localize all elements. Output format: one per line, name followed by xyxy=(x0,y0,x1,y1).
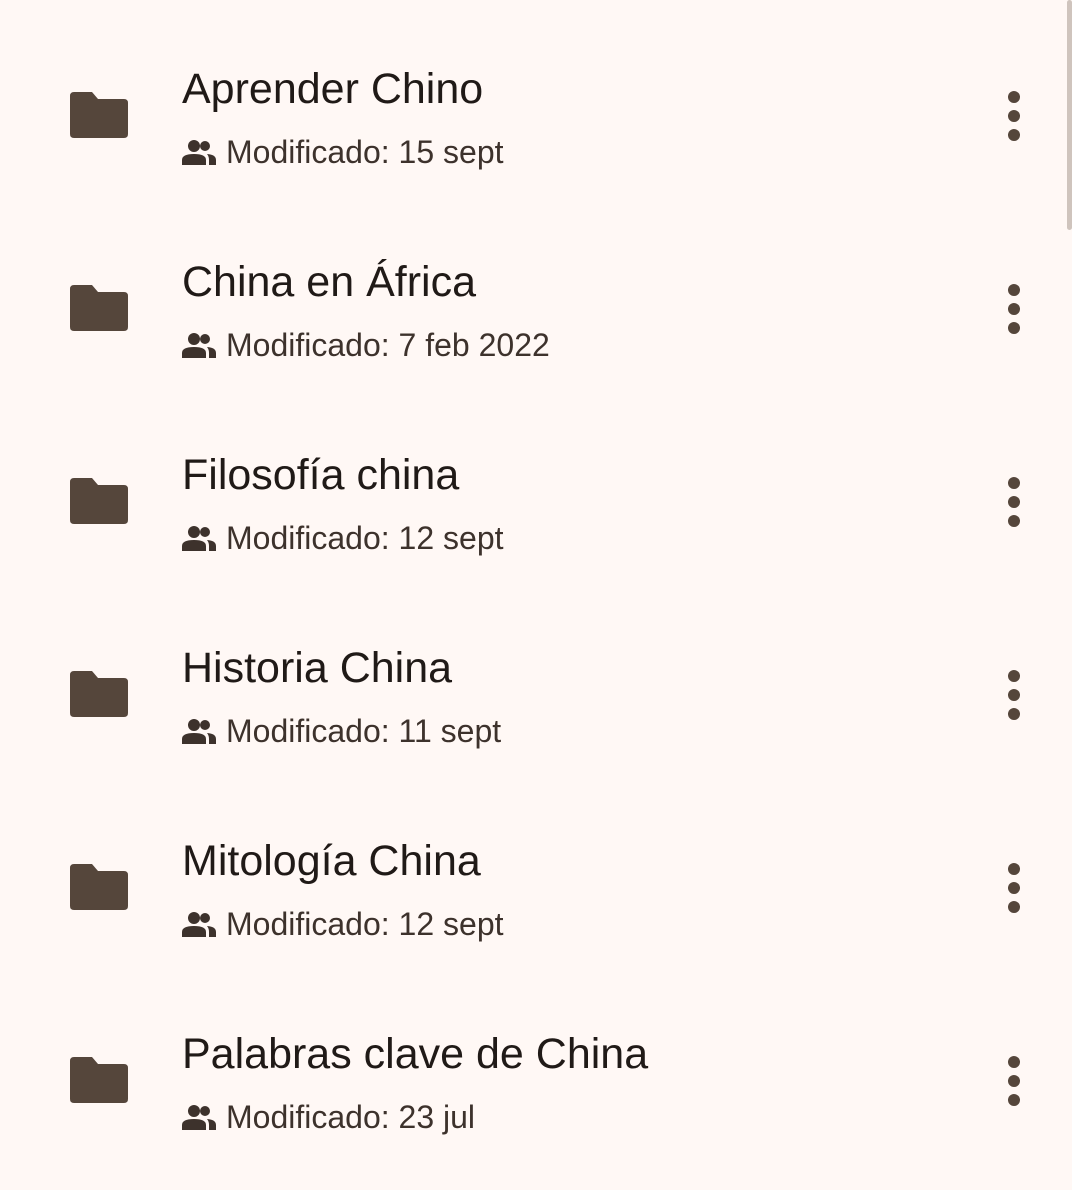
folder-title: Filosofía china xyxy=(182,451,460,499)
more-options-icon[interactable] xyxy=(994,859,1034,919)
folder-title: China en África xyxy=(182,258,476,306)
folder-icon xyxy=(70,92,128,138)
folder-row[interactable]: Filosofía china Modificado: 12 sept xyxy=(0,406,1064,599)
folder-icon xyxy=(70,1057,128,1103)
scrollbar[interactable] xyxy=(1067,0,1072,230)
folder-row[interactable]: Palabras clave de China Modificado: 23 j… xyxy=(0,985,1064,1178)
folder-row[interactable]: Aprender Chino Modificado: 15 sept xyxy=(0,20,1064,213)
people-icon xyxy=(182,140,216,165)
folder-meta: Modificado: 23 jul xyxy=(182,1097,475,1137)
folder-row[interactable]: Historia China Modificado: 11 sept xyxy=(0,599,1064,792)
people-icon xyxy=(182,333,216,358)
folder-icon xyxy=(70,285,128,331)
modified-date: Modificado: 23 jul xyxy=(226,1098,476,1135)
folder-icon xyxy=(70,478,128,524)
people-icon xyxy=(182,912,216,937)
folder-meta: Modificado: 12 sept xyxy=(182,904,504,944)
more-options-icon[interactable] xyxy=(994,1052,1034,1112)
folder-title: Mitología China xyxy=(182,837,481,885)
folder-title: Palabras clave de China xyxy=(182,1030,649,1078)
folder-row[interactable]: Mitología China Modificado: 12 sept xyxy=(0,792,1064,985)
modified-date: Modificado: 7 feb 2022 xyxy=(226,326,550,363)
more-options-icon[interactable] xyxy=(994,87,1034,147)
people-icon xyxy=(182,719,216,744)
folder-icon xyxy=(70,671,128,717)
more-options-icon[interactable] xyxy=(994,666,1034,726)
folder-title: Historia China xyxy=(182,644,453,692)
people-icon xyxy=(182,1105,216,1130)
folder-meta: Modificado: 7 feb 2022 xyxy=(182,325,550,365)
modified-date: Modificado: 12 sept xyxy=(226,519,504,556)
folder-title: Aprender Chino xyxy=(182,65,484,113)
more-options-icon[interactable] xyxy=(994,280,1034,340)
folder-meta: Modificado: 15 sept xyxy=(182,132,504,172)
more-options-icon[interactable] xyxy=(994,473,1034,533)
modified-date: Modificado: 15 sept xyxy=(226,133,504,170)
modified-date: Modificado: 12 sept xyxy=(226,905,504,942)
folder-meta: Modificado: 12 sept xyxy=(182,518,504,558)
folder-meta: Modificado: 11 sept xyxy=(182,711,501,751)
modified-date: Modificado: 11 sept xyxy=(226,712,502,749)
folder-list: Aprender Chino Modificado: 15 sept China… xyxy=(0,0,1072,1190)
folder-row[interactable]: China en África Modificado: 7 feb 2022 xyxy=(0,213,1064,406)
people-icon xyxy=(182,526,216,551)
folder-icon xyxy=(70,864,128,910)
